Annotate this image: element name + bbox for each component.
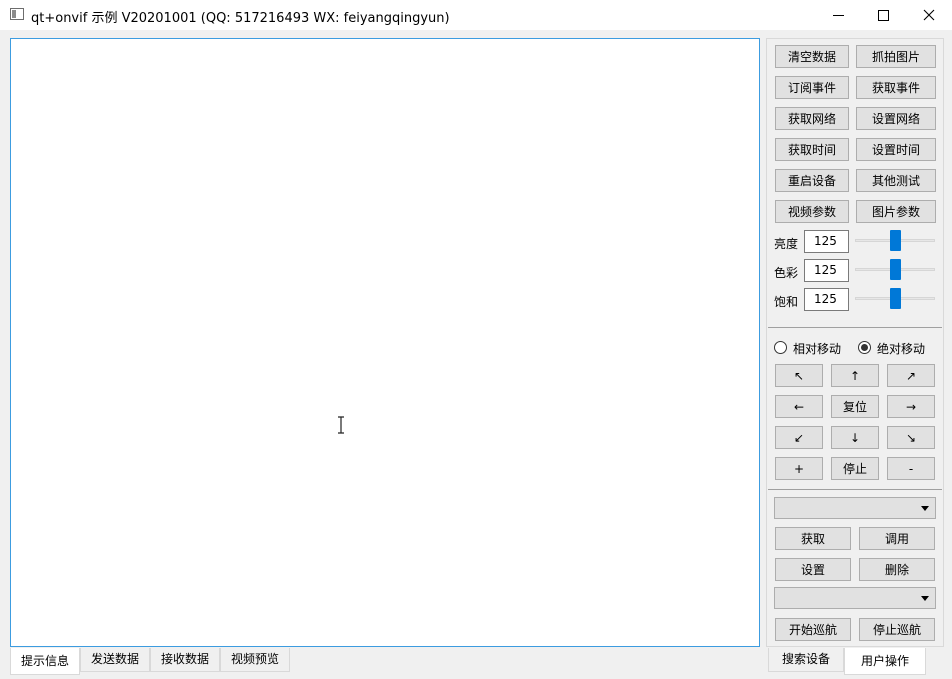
ptz-down-right-button[interactable]: ↘	[887, 426, 935, 449]
set-network-button[interactable]: 设置网络	[856, 107, 936, 130]
absolute-move-radio[interactable]	[858, 341, 871, 354]
ptz-left-button[interactable]: ←	[775, 395, 823, 418]
zoom-in-button[interactable]: +	[775, 457, 823, 480]
close-button[interactable]	[906, 0, 952, 30]
left-tab-bar: 提示信息 发送数据 接收数据 视频预览	[10, 648, 291, 675]
get-network-button[interactable]: 获取网络	[775, 107, 849, 130]
start-tour-button[interactable]: 开始巡航	[775, 618, 851, 641]
maximize-button[interactable]	[860, 0, 906, 30]
ptz-up-left-button[interactable]: ↖	[775, 364, 823, 387]
right-tab-bar: 搜索设备 用户操作	[768, 648, 927, 675]
title-bar: qt+onvif 示例 V20201001 (QQ: 517216493 WX:…	[0, 0, 952, 30]
separator	[768, 489, 942, 490]
relative-move-radio[interactable]	[774, 341, 787, 354]
tab-message-info[interactable]: 提示信息	[10, 648, 81, 675]
tour-combo[interactable]	[774, 587, 936, 609]
brightness-input[interactable]: 125	[804, 230, 849, 253]
tab-send-data[interactable]: 发送数据	[80, 648, 151, 672]
arrow-down-right-icon: ↘	[905, 430, 917, 445]
tab-receive-data[interactable]: 接收数据	[150, 648, 221, 672]
other-test-button[interactable]: 其他测试	[856, 169, 936, 192]
close-icon	[923, 9, 935, 21]
text-cursor-icon	[338, 416, 344, 434]
preset-get-button[interactable]: 获取	[775, 527, 851, 550]
color-label: 色彩	[774, 266, 799, 280]
color-input[interactable]: 125	[804, 259, 849, 282]
separator	[768, 327, 942, 328]
ptz-stop-button[interactable]: 停止	[831, 457, 879, 480]
chevron-down-icon	[921, 506, 929, 511]
message-text-area[interactable]	[10, 38, 760, 647]
preset-set-button[interactable]: 设置	[775, 558, 851, 581]
ptz-right-button[interactable]: →	[887, 395, 935, 418]
ptz-up-right-button[interactable]: ↗	[887, 364, 935, 387]
clear-data-button[interactable]: 清空数据	[775, 45, 849, 68]
absolute-move-label: 绝对移动	[877, 342, 926, 356]
saturation-label: 饱和	[774, 295, 799, 309]
get-time-button[interactable]: 获取时间	[775, 138, 849, 161]
saturation-slider-thumb[interactable]	[889, 288, 901, 309]
arrow-up-right-icon: ↗	[905, 368, 917, 383]
set-time-button[interactable]: 设置时间	[856, 138, 936, 161]
reboot-device-button[interactable]: 重启设备	[775, 169, 849, 192]
window-title: qt+onvif 示例 V20201001 (QQ: 517216493 WX:…	[31, 11, 450, 26]
user-operation-panel: 清空数据 抓拍图片 订阅事件 获取事件 获取网络 设置网络 获取时间 设置时间 …	[766, 38, 944, 647]
tab-search-device[interactable]: 搜索设备	[768, 648, 845, 672]
arrow-up-left-icon: ↖	[793, 368, 805, 383]
brightness-label: 亮度	[774, 237, 799, 251]
relative-move-label: 相对移动	[793, 342, 842, 356]
zoom-out-button[interactable]: -	[887, 457, 935, 480]
get-event-button[interactable]: 获取事件	[856, 76, 936, 99]
preset-combo[interactable]	[774, 497, 936, 519]
preset-call-button[interactable]: 调用	[859, 527, 935, 550]
stop-tour-button[interactable]: 停止巡航	[859, 618, 935, 641]
arrow-right-icon: →	[905, 399, 917, 414]
preset-delete-button[interactable]: 删除	[859, 558, 935, 581]
chevron-down-icon	[921, 596, 929, 601]
capture-image-button[interactable]: 抓拍图片	[856, 45, 936, 68]
ptz-down-left-button[interactable]: ↙	[775, 426, 823, 449]
color-slider-thumb[interactable]	[889, 259, 901, 280]
ptz-up-button[interactable]: ↑	[831, 364, 879, 387]
minimize-button[interactable]	[815, 0, 861, 30]
ptz-down-button[interactable]: ↓	[831, 426, 879, 449]
arrow-down-left-icon: ↙	[793, 430, 805, 445]
tab-video-preview[interactable]: 视频预览	[220, 648, 291, 672]
image-params-button[interactable]: 图片参数	[856, 200, 936, 223]
brightness-slider-thumb[interactable]	[889, 230, 901, 251]
subscribe-event-button[interactable]: 订阅事件	[775, 76, 849, 99]
maximize-icon	[877, 9, 889, 21]
arrow-left-icon: ←	[793, 399, 805, 414]
video-params-button[interactable]: 视频参数	[775, 200, 849, 223]
minimize-icon	[832, 14, 844, 16]
app-icon	[10, 8, 24, 20]
tab-user-operation[interactable]: 用户操作	[844, 648, 927, 675]
arrow-down-icon: ↓	[849, 430, 861, 445]
saturation-input[interactable]: 125	[804, 288, 849, 311]
arrow-up-icon: ↑	[849, 368, 861, 383]
ptz-reset-button[interactable]: 复位	[831, 395, 879, 418]
